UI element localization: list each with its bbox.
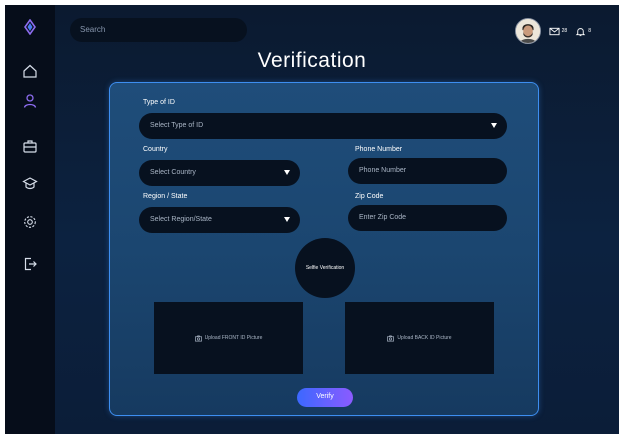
verification-card: Type of ID Select Type of ID Country Sel… [109, 82, 539, 416]
search-input[interactable]: Search [70, 18, 247, 42]
upload-front-id[interactable]: Upload FRONT ID Picture [154, 302, 303, 374]
region-select[interactable]: Select Region/State [139, 207, 300, 233]
zip-label: Zip Code [355, 193, 384, 200]
phone-placeholder: Phone Number [359, 167, 407, 174]
country-label: Country [143, 146, 168, 153]
user-icon[interactable] [18, 89, 42, 113]
caret-down-icon [284, 170, 290, 175]
notification-count: 8 [588, 28, 591, 34]
upload-front-label: Upload FRONT ID Picture [204, 335, 263, 341]
selfie-label: Selfie Verification [305, 265, 345, 271]
region-label: Region / State [143, 193, 188, 200]
mail-count: 28 [561, 28, 568, 34]
id-type-select[interactable]: Select Type of ID [139, 113, 507, 139]
mail-button[interactable]: 28 [549, 26, 568, 37]
caret-down-icon [284, 217, 290, 222]
selfie-verification-button[interactable]: Selfie Verification [295, 238, 355, 298]
upload-back-label: Upload BACK ID Picture [397, 335, 452, 341]
page-title: Verification [257, 49, 367, 72]
zip-placeholder: Enter Zip Code [359, 214, 407, 221]
phone-label: Phone Number [355, 146, 403, 153]
region-value: Select Region/State [150, 216, 212, 223]
country-value: Select Country [150, 169, 196, 176]
gear-icon[interactable] [18, 210, 42, 234]
logout-icon[interactable] [18, 252, 42, 276]
camera-icon [194, 335, 202, 341]
notifications-button[interactable]: 8 [575, 26, 591, 37]
id-type-value: Select Type of ID [150, 122, 204, 129]
verify-button[interactable]: Verify [297, 388, 353, 407]
zip-field[interactable]: Enter Zip Code [348, 205, 507, 231]
logo-diamond-icon[interactable] [18, 15, 42, 39]
graduation-cap-icon[interactable] [18, 171, 42, 195]
mail-icon [549, 27, 560, 35]
app-window: Search 28 8 Verification Type of ID Sele… [5, 5, 619, 434]
avatar[interactable] [514, 18, 541, 44]
caret-down-icon [491, 123, 497, 128]
phone-field[interactable]: Phone Number [348, 158, 507, 184]
country-select[interactable]: Select Country [139, 160, 300, 186]
upload-back-id[interactable]: Upload BACK ID Picture [345, 302, 494, 374]
briefcase-icon[interactable] [18, 134, 42, 158]
camera-icon [387, 335, 395, 341]
id-type-label: Type of ID [143, 99, 175, 106]
bell-icon [575, 27, 586, 36]
topbar-right: 28 8 [514, 16, 591, 46]
